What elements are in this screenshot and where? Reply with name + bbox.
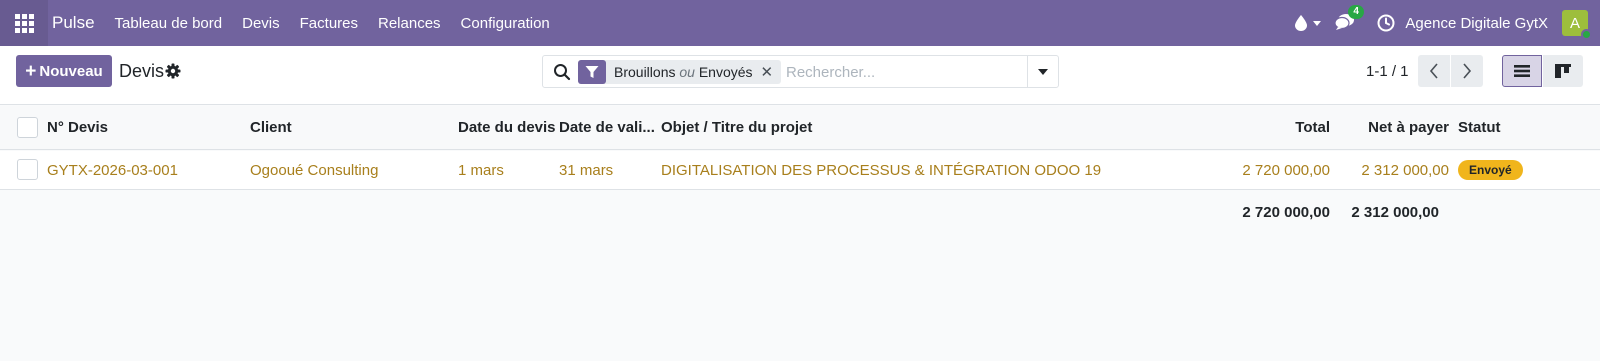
control-panel: + Nouveau Devis Brouillons ou Envoyés ✕ [0, 46, 1600, 105]
close-icon[interactable]: ✕ [761, 63, 782, 81]
gear-icon[interactable] [165, 63, 181, 79]
table-row[interactable]: GYTX-2026-03-001 Ogooué Consulting 1 mar… [0, 151, 1600, 190]
quote-number: GYTX-2026-03-001 [47, 162, 178, 179]
pager-previous-button[interactable] [1418, 55, 1450, 87]
quote-net: 2 312 000,00 [1361, 162, 1449, 179]
kanban-view-button[interactable] [1543, 55, 1583, 87]
column-header-date[interactable]: Date du devis [458, 119, 556, 136]
filter-facet: Brouillons ou Envoyés ✕ [578, 60, 782, 84]
clock-icon[interactable] [1377, 14, 1395, 32]
avatar[interactable]: A [1562, 10, 1592, 40]
pager-next-button[interactable] [1451, 55, 1483, 87]
table-footer: 2 720 000,00 2 312 000,00 [0, 191, 1600, 231]
pager-value[interactable]: 1-1 / 1 [1366, 63, 1409, 80]
quote-subject: DIGITALISATION DES PROCESSUS & INTÉGRATI… [661, 162, 1102, 179]
sum-total: 2 720 000,00 [1242, 204, 1330, 221]
new-button-label: Nouveau [39, 62, 103, 80]
plus-icon: + [25, 60, 37, 82]
messages-button[interactable]: 4 [1334, 5, 1364, 33]
search-options-toggle[interactable] [1027, 56, 1058, 87]
table-header: N° Devis Client Date du devis Date de va… [0, 106, 1600, 150]
quote-validity-date: 31 mars [559, 162, 614, 179]
drop-icon[interactable] [1295, 15, 1308, 31]
breadcrumb: Devis [119, 61, 165, 81]
column-header-client[interactable]: Client [250, 119, 292, 136]
search-bar: Brouillons ou Envoyés ✕ [542, 55, 1059, 88]
apps-icon [14, 13, 34, 33]
company-switcher[interactable]: Agence Digitale GytX [1405, 15, 1548, 32]
list-view-icon [1514, 65, 1530, 77]
select-all-checkbox[interactable] [17, 117, 38, 138]
filter-icon [578, 60, 606, 84]
column-header-status[interactable]: Statut [1458, 119, 1501, 136]
row-checkbox[interactable] [17, 159, 38, 180]
quote-client: Ogooué Consulting [250, 162, 379, 179]
app-brand[interactable]: Pulse [52, 13, 95, 33]
sum-net: 2 312 000,00 [1351, 204, 1439, 221]
chevron-right-icon [1463, 63, 1472, 79]
menu-item-dashboard[interactable]: Tableau de bord [115, 15, 223, 32]
column-header-number[interactable]: N° Devis [47, 119, 108, 136]
new-button[interactable]: + Nouveau [16, 55, 112, 87]
apps-menu-button[interactable] [0, 0, 48, 46]
list-view-button[interactable] [1502, 55, 1542, 87]
menu-item-configuration[interactable]: Configuration [461, 15, 550, 32]
top-navbar: Pulse Tableau de bord Devis Factures Rel… [0, 0, 1600, 46]
chevron-down-icon[interactable] [1313, 20, 1322, 26]
column-header-validity[interactable]: Date de vali... [559, 119, 655, 136]
column-header-net[interactable]: Net à payer [1340, 119, 1449, 136]
avatar-letter: A [1569, 14, 1580, 32]
quote-total: 2 720 000,00 [1242, 162, 1330, 179]
status-badge: Envoyé [1458, 160, 1523, 180]
column-header-total[interactable]: Total [1230, 119, 1330, 136]
search-icon[interactable] [553, 63, 571, 81]
menu-item-quotes[interactable]: Devis [242, 15, 280, 32]
search-input[interactable] [786, 62, 1016, 82]
messages-count-badge: 4 [1348, 5, 1364, 19]
online-status-icon [1581, 29, 1592, 40]
quote-date: 1 mars [458, 162, 504, 179]
column-header-subject[interactable]: Objet / Titre du projet [661, 119, 812, 136]
menu-item-reminders[interactable]: Relances [378, 15, 441, 32]
menu-item-invoices[interactable]: Factures [300, 15, 358, 32]
chevron-down-icon [1038, 68, 1048, 75]
filter-facet-label: Brouillons ou Envoyés [614, 64, 753, 80]
chevron-left-icon [1429, 63, 1438, 79]
kanban-view-icon [1555, 64, 1571, 78]
